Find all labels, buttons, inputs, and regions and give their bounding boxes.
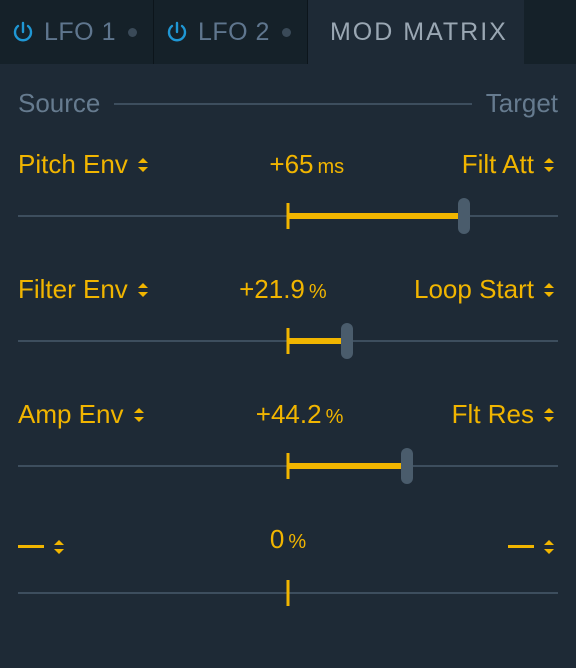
updown-icon xyxy=(544,280,558,300)
amount-number: +65 xyxy=(269,149,313,179)
amount-number: +21.9 xyxy=(239,274,305,304)
slider-fill xyxy=(288,213,464,219)
slider-fill xyxy=(288,463,407,469)
slider-handle[interactable] xyxy=(458,198,470,234)
slider-handle[interactable] xyxy=(341,323,353,359)
amount-value[interactable]: +44.2% xyxy=(256,399,344,430)
empty-dash-icon xyxy=(18,545,44,548)
amount-unit: ms xyxy=(318,156,345,178)
updown-icon xyxy=(544,155,558,175)
target-label: Flt Res xyxy=(452,399,534,430)
amount-unit: % xyxy=(326,406,344,428)
mod-row: Pitch Env +65ms Filt Att xyxy=(18,149,558,230)
source-label: Filter Env xyxy=(18,274,128,305)
source-label: Amp Env xyxy=(18,399,124,430)
indicator-dot xyxy=(128,28,137,37)
mod-row: Amp Env +44.2% Flt Res xyxy=(18,399,558,480)
target-label: Loop Start xyxy=(414,274,534,305)
mod-row: Filter Env +21.9% Loop Start xyxy=(18,274,558,355)
amount-slider[interactable] xyxy=(18,579,558,607)
updown-icon xyxy=(134,405,148,425)
tab-bar: LFO 1 LFO 2 MOD MATRIX xyxy=(0,0,576,64)
source-picker[interactable]: Amp Env xyxy=(18,399,148,430)
source-header: Source xyxy=(18,88,100,119)
amount-value[interactable]: +65ms xyxy=(269,149,344,180)
tab-lfo2[interactable]: LFO 2 xyxy=(154,0,308,64)
amount-number: 0 xyxy=(270,524,284,554)
mod-row-top: Amp Env +44.2% Flt Res xyxy=(18,399,558,430)
tab-lfo1[interactable]: LFO 1 xyxy=(0,0,154,64)
tab-lfo1-label: LFO 1 xyxy=(44,18,116,47)
columns-header: Source Target xyxy=(0,64,576,119)
source-label: Pitch Env xyxy=(18,149,128,180)
power-icon[interactable] xyxy=(10,19,36,45)
slider-fill xyxy=(288,338,347,344)
target-picker[interactable]: Flt Res xyxy=(452,399,558,430)
power-icon[interactable] xyxy=(164,19,190,45)
mod-row: 0% xyxy=(18,524,558,607)
mod-row-top: Pitch Env +65ms Filt Att xyxy=(18,149,558,180)
amount-slider[interactable] xyxy=(18,202,558,230)
updown-icon xyxy=(544,537,558,557)
target-picker[interactable] xyxy=(508,537,558,557)
source-picker[interactable]: Filter Env xyxy=(18,274,152,305)
indicator-dot xyxy=(282,28,291,37)
target-picker[interactable]: Loop Start xyxy=(414,274,558,305)
source-picker[interactable] xyxy=(18,537,68,557)
amount-slider[interactable] xyxy=(18,452,558,480)
updown-icon xyxy=(138,280,152,300)
header-divider xyxy=(114,103,471,105)
target-label: Filt Att xyxy=(462,149,534,180)
mod-row-top: Filter Env +21.9% Loop Start xyxy=(18,274,558,305)
updown-icon xyxy=(544,405,558,425)
amount-number: +44.2 xyxy=(256,399,322,429)
amount-unit: % xyxy=(309,281,327,303)
tab-mod-matrix[interactable]: MOD MATRIX xyxy=(308,0,524,64)
mod-rows: Pitch Env +65ms Filt Att Filter Env +21.9% Lo… xyxy=(0,119,576,607)
source-picker[interactable]: Pitch Env xyxy=(18,149,152,180)
updown-icon xyxy=(138,155,152,175)
target-picker[interactable]: Filt Att xyxy=(462,149,558,180)
slider-center-tick xyxy=(287,580,290,606)
empty-dash-icon xyxy=(508,545,534,548)
tab-lfo2-label: LFO 2 xyxy=(198,18,270,47)
amount-slider[interactable] xyxy=(18,327,558,355)
target-header: Target xyxy=(486,88,558,119)
mod-row-top: 0% xyxy=(18,524,558,557)
amount-value[interactable]: 0% xyxy=(270,524,306,555)
amount-unit: % xyxy=(288,531,306,553)
tab-mod-matrix-label: MOD MATRIX xyxy=(330,18,508,47)
slider-handle[interactable] xyxy=(401,448,413,484)
amount-value[interactable]: +21.9% xyxy=(239,274,327,305)
updown-icon xyxy=(54,537,68,557)
